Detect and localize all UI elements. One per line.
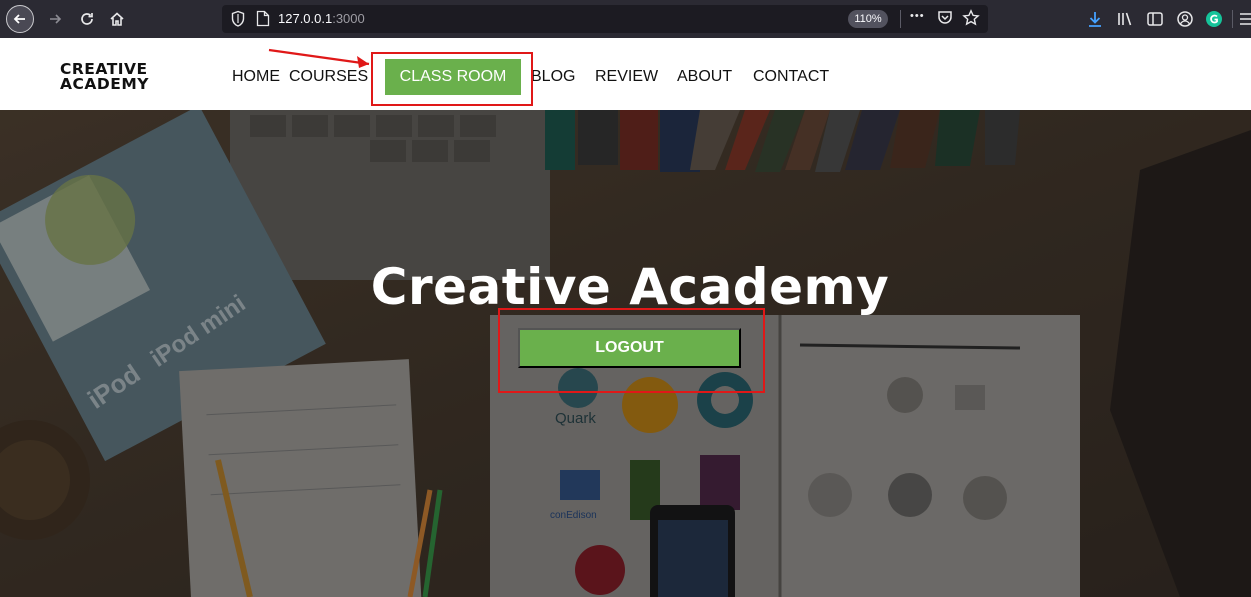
divider [900, 10, 901, 28]
url-bar[interactable]: 127.0.0.1:3000 110% ••• [222, 5, 988, 33]
account-icon[interactable] [1176, 10, 1194, 28]
url-port: :3000 [332, 11, 365, 26]
annotation-highlight-classroom [371, 52, 533, 106]
hamburger-menu-icon[interactable] [1238, 10, 1251, 28]
download-icon[interactable] [1086, 10, 1104, 28]
zoom-level-badge[interactable]: 110% [848, 10, 888, 28]
reload-icon [81, 13, 93, 25]
bookmark-star-icon[interactable] [962, 9, 980, 27]
home-icon [110, 12, 124, 26]
forward-button[interactable] [44, 6, 66, 32]
nav-contact[interactable]: CONTACT [753, 68, 829, 86]
library-icon[interactable] [1116, 10, 1134, 28]
url-host: 127.0.0.1 [278, 11, 333, 26]
sidebar-icon[interactable] [1146, 10, 1164, 28]
forward-arrow-icon [50, 14, 62, 24]
nav-about[interactable]: ABOUT [677, 68, 732, 86]
annotation-arrow [268, 48, 370, 68]
reload-button[interactable] [76, 6, 98, 32]
pocket-icon[interactable] [936, 9, 954, 27]
back-arrow-icon [13, 14, 25, 24]
site-logo[interactable]: CREATIVE ACADEMY [60, 61, 149, 93]
grammarly-extension-icon[interactable] [1205, 10, 1223, 28]
divider [1232, 10, 1233, 28]
url-text[interactable]: 127.0.0.1:3000 [278, 11, 365, 26]
nav-blog[interactable]: BLOG [531, 68, 575, 86]
logo-line-2: ACADEMY [60, 75, 149, 93]
annotation-highlight-logout [498, 308, 765, 393]
page-icon [256, 10, 270, 27]
page-actions-menu-icon[interactable]: ••• [910, 10, 925, 22]
back-button[interactable] [6, 5, 34, 33]
shield-icon[interactable] [230, 10, 246, 28]
home-button[interactable] [106, 6, 128, 32]
nav-review[interactable]: REVIEW [595, 68, 658, 86]
browser-toolbar: 127.0.0.1:3000 110% ••• [0, 0, 1251, 38]
